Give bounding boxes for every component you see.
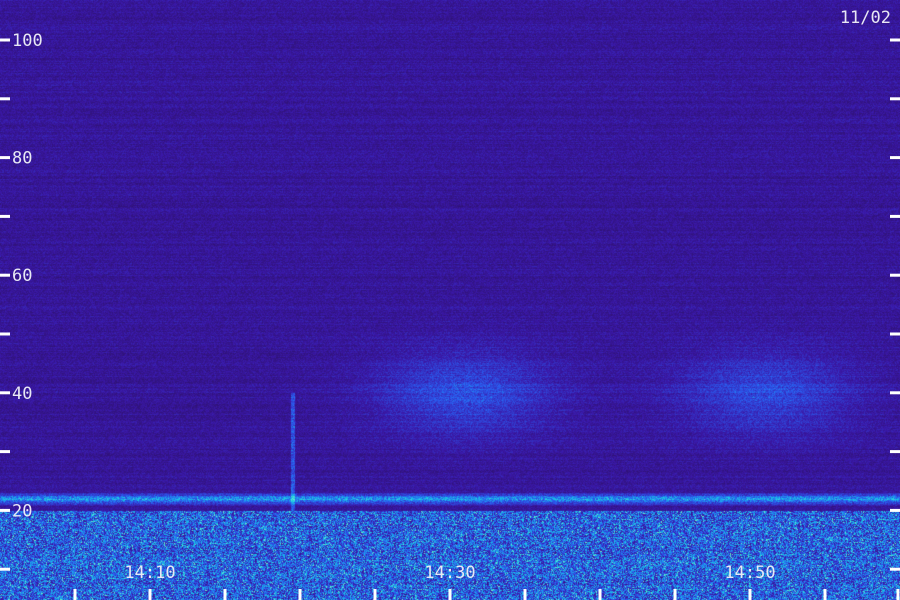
y-tick-label: 80 [12,149,32,169]
y-tick-label: 100 [12,31,43,51]
y-tick-label: 20 [12,501,32,521]
y-axis: 100 80 60 40 20 [0,31,900,571]
x-axis: 14:10 14:30 14:50 [73,563,900,600]
y-tick-label: 60 [12,266,32,286]
x-tick-label: 14:10 [124,563,175,583]
x-tick-label: 14:50 [724,563,775,583]
x-tick-label: 14:30 [424,563,475,583]
chart-axes-overlay: 100 80 60 40 20 14:10 14:30 14:50 11/02 [0,8,900,600]
date-label: 11/02 [840,8,891,28]
y-tick-label: 40 [12,384,32,404]
